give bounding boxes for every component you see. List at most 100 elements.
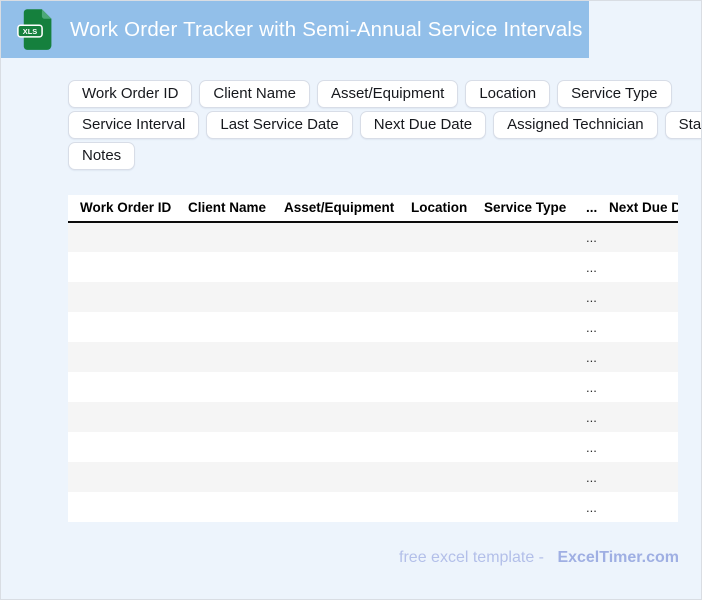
table-cell: [399, 342, 472, 372]
table-row: ...: [68, 312, 678, 342]
filter-chip[interactable]: Service Type: [557, 80, 672, 108]
table-cell: [68, 252, 176, 282]
table-cell: [399, 252, 472, 282]
table-row: ...: [68, 252, 678, 282]
table-cell: [472, 222, 574, 252]
filter-chip[interactable]: Location: [465, 80, 551, 108]
table-cell: [472, 432, 574, 462]
filter-chip[interactable]: Next Due Date: [359, 111, 487, 139]
table-row: ...: [68, 492, 678, 522]
chip-row: Work Order ID Client Name Asset/Equipment L…: [68, 80, 684, 108]
header-bar: XLS Work Order Tracker with Semi-Annual …: [1, 1, 589, 58]
table-cell: [272, 222, 399, 252]
table-cell: [68, 312, 176, 342]
table-column-header: Service Type: [472, 195, 574, 223]
table-cell: [176, 432, 272, 462]
table-cell: [176, 492, 272, 522]
table-cell: [472, 312, 574, 342]
xls-badge-label: XLS: [23, 27, 37, 36]
table-cell: [68, 492, 176, 522]
table-cell: [176, 312, 272, 342]
table-cell: [272, 462, 399, 492]
table-cell: [272, 372, 399, 402]
table-cell: [176, 402, 272, 432]
table-cell: [176, 342, 272, 372]
work-order-table-container: Work Order ID Client Name Asset/Equipment L…: [68, 195, 678, 522]
table-cell: [176, 252, 272, 282]
table-column-header: Asset/Equipment: [272, 195, 399, 223]
table-cell: [176, 372, 272, 402]
table-cell: [597, 372, 678, 402]
table-column-header: Client Name: [176, 195, 272, 223]
table-cell: ...: [574, 282, 597, 312]
filter-chip[interactable]: Last Service Date: [206, 111, 353, 139]
filter-chip[interactable]: Client Name: [199, 80, 310, 108]
table-cell: ...: [574, 432, 597, 462]
table-cell: [272, 252, 399, 282]
filter-chip[interactable]: Assigned Technician: [493, 111, 658, 139]
table-cell: [472, 372, 574, 402]
table-cell: [597, 432, 678, 462]
table-cell: [399, 432, 472, 462]
table-cell: [472, 402, 574, 432]
table-row: ...: [68, 462, 678, 492]
table-column-header: Location: [399, 195, 472, 223]
filter-chip[interactable]: Status: [664, 111, 701, 139]
table-cell: [597, 282, 678, 312]
table-cell: [272, 342, 399, 372]
work-order-table: Work Order ID Client Name Asset/Equipment L…: [68, 195, 678, 522]
table-cell: [597, 222, 678, 252]
table-cell: [68, 222, 176, 252]
filter-chip[interactable]: Asset/Equipment: [316, 80, 459, 108]
table-row: ...: [68, 372, 678, 402]
table-cell: ...: [574, 402, 597, 432]
footer-brand-link[interactable]: ExcelTimer.com: [557, 549, 679, 566]
table-cell: [399, 312, 472, 342]
table-cell: [472, 462, 574, 492]
table-cell: [272, 432, 399, 462]
table-cell: [597, 462, 678, 492]
table-cell: [399, 462, 472, 492]
table-cell: [472, 342, 574, 372]
table-cell: [272, 492, 399, 522]
table-cell: [68, 432, 176, 462]
table-cell: [472, 282, 574, 312]
table-cell: [399, 372, 472, 402]
chip-row: Notes: [68, 142, 684, 170]
table-cell: [272, 312, 399, 342]
filter-chips: Work Order ID Client Name Asset/Equipment L…: [68, 80, 701, 173]
table-cell: [399, 402, 472, 432]
table-column-header: ...: [574, 195, 597, 223]
table-row: ...: [68, 342, 678, 372]
table-cell: [176, 462, 272, 492]
table-cell: [68, 462, 176, 492]
filter-chip[interactable]: Work Order ID: [68, 80, 193, 108]
table-cell: ...: [574, 492, 597, 522]
table-cell: [597, 402, 678, 432]
table-column-header: Work Order ID: [68, 195, 176, 223]
table-cell: [68, 402, 176, 432]
table-column-header: Next Due Date: [597, 195, 678, 223]
table-cell: ...: [574, 312, 597, 342]
filter-chip[interactable]: Service Interval: [68, 111, 200, 139]
table-cell: [399, 492, 472, 522]
table-cell: [597, 252, 678, 282]
table-cell: [472, 492, 574, 522]
page: XLS Work Order Tracker with Semi-Annual …: [0, 0, 702, 600]
footer-text: free excel template -: [399, 549, 544, 566]
table-cell: ...: [574, 252, 597, 282]
table-row: ...: [68, 222, 678, 252]
table-cell: [68, 342, 176, 372]
chip-row: Service Interval Last Service Date Next Du…: [68, 111, 701, 139]
filter-chip[interactable]: Notes: [68, 142, 136, 170]
page-title: Work Order Tracker with Semi-Annual Serv…: [70, 17, 583, 41]
table-row: ...: [68, 402, 678, 432]
table-cell: [597, 492, 678, 522]
table-cell: [272, 282, 399, 312]
table-cell: ...: [574, 342, 597, 372]
table-cell: [472, 252, 574, 282]
table-body: ..............................: [68, 222, 678, 522]
table-cell: [176, 222, 272, 252]
table-header-row: Work Order ID Client Name Asset/Equipment L…: [68, 195, 678, 223]
table-cell: ...: [574, 222, 597, 252]
